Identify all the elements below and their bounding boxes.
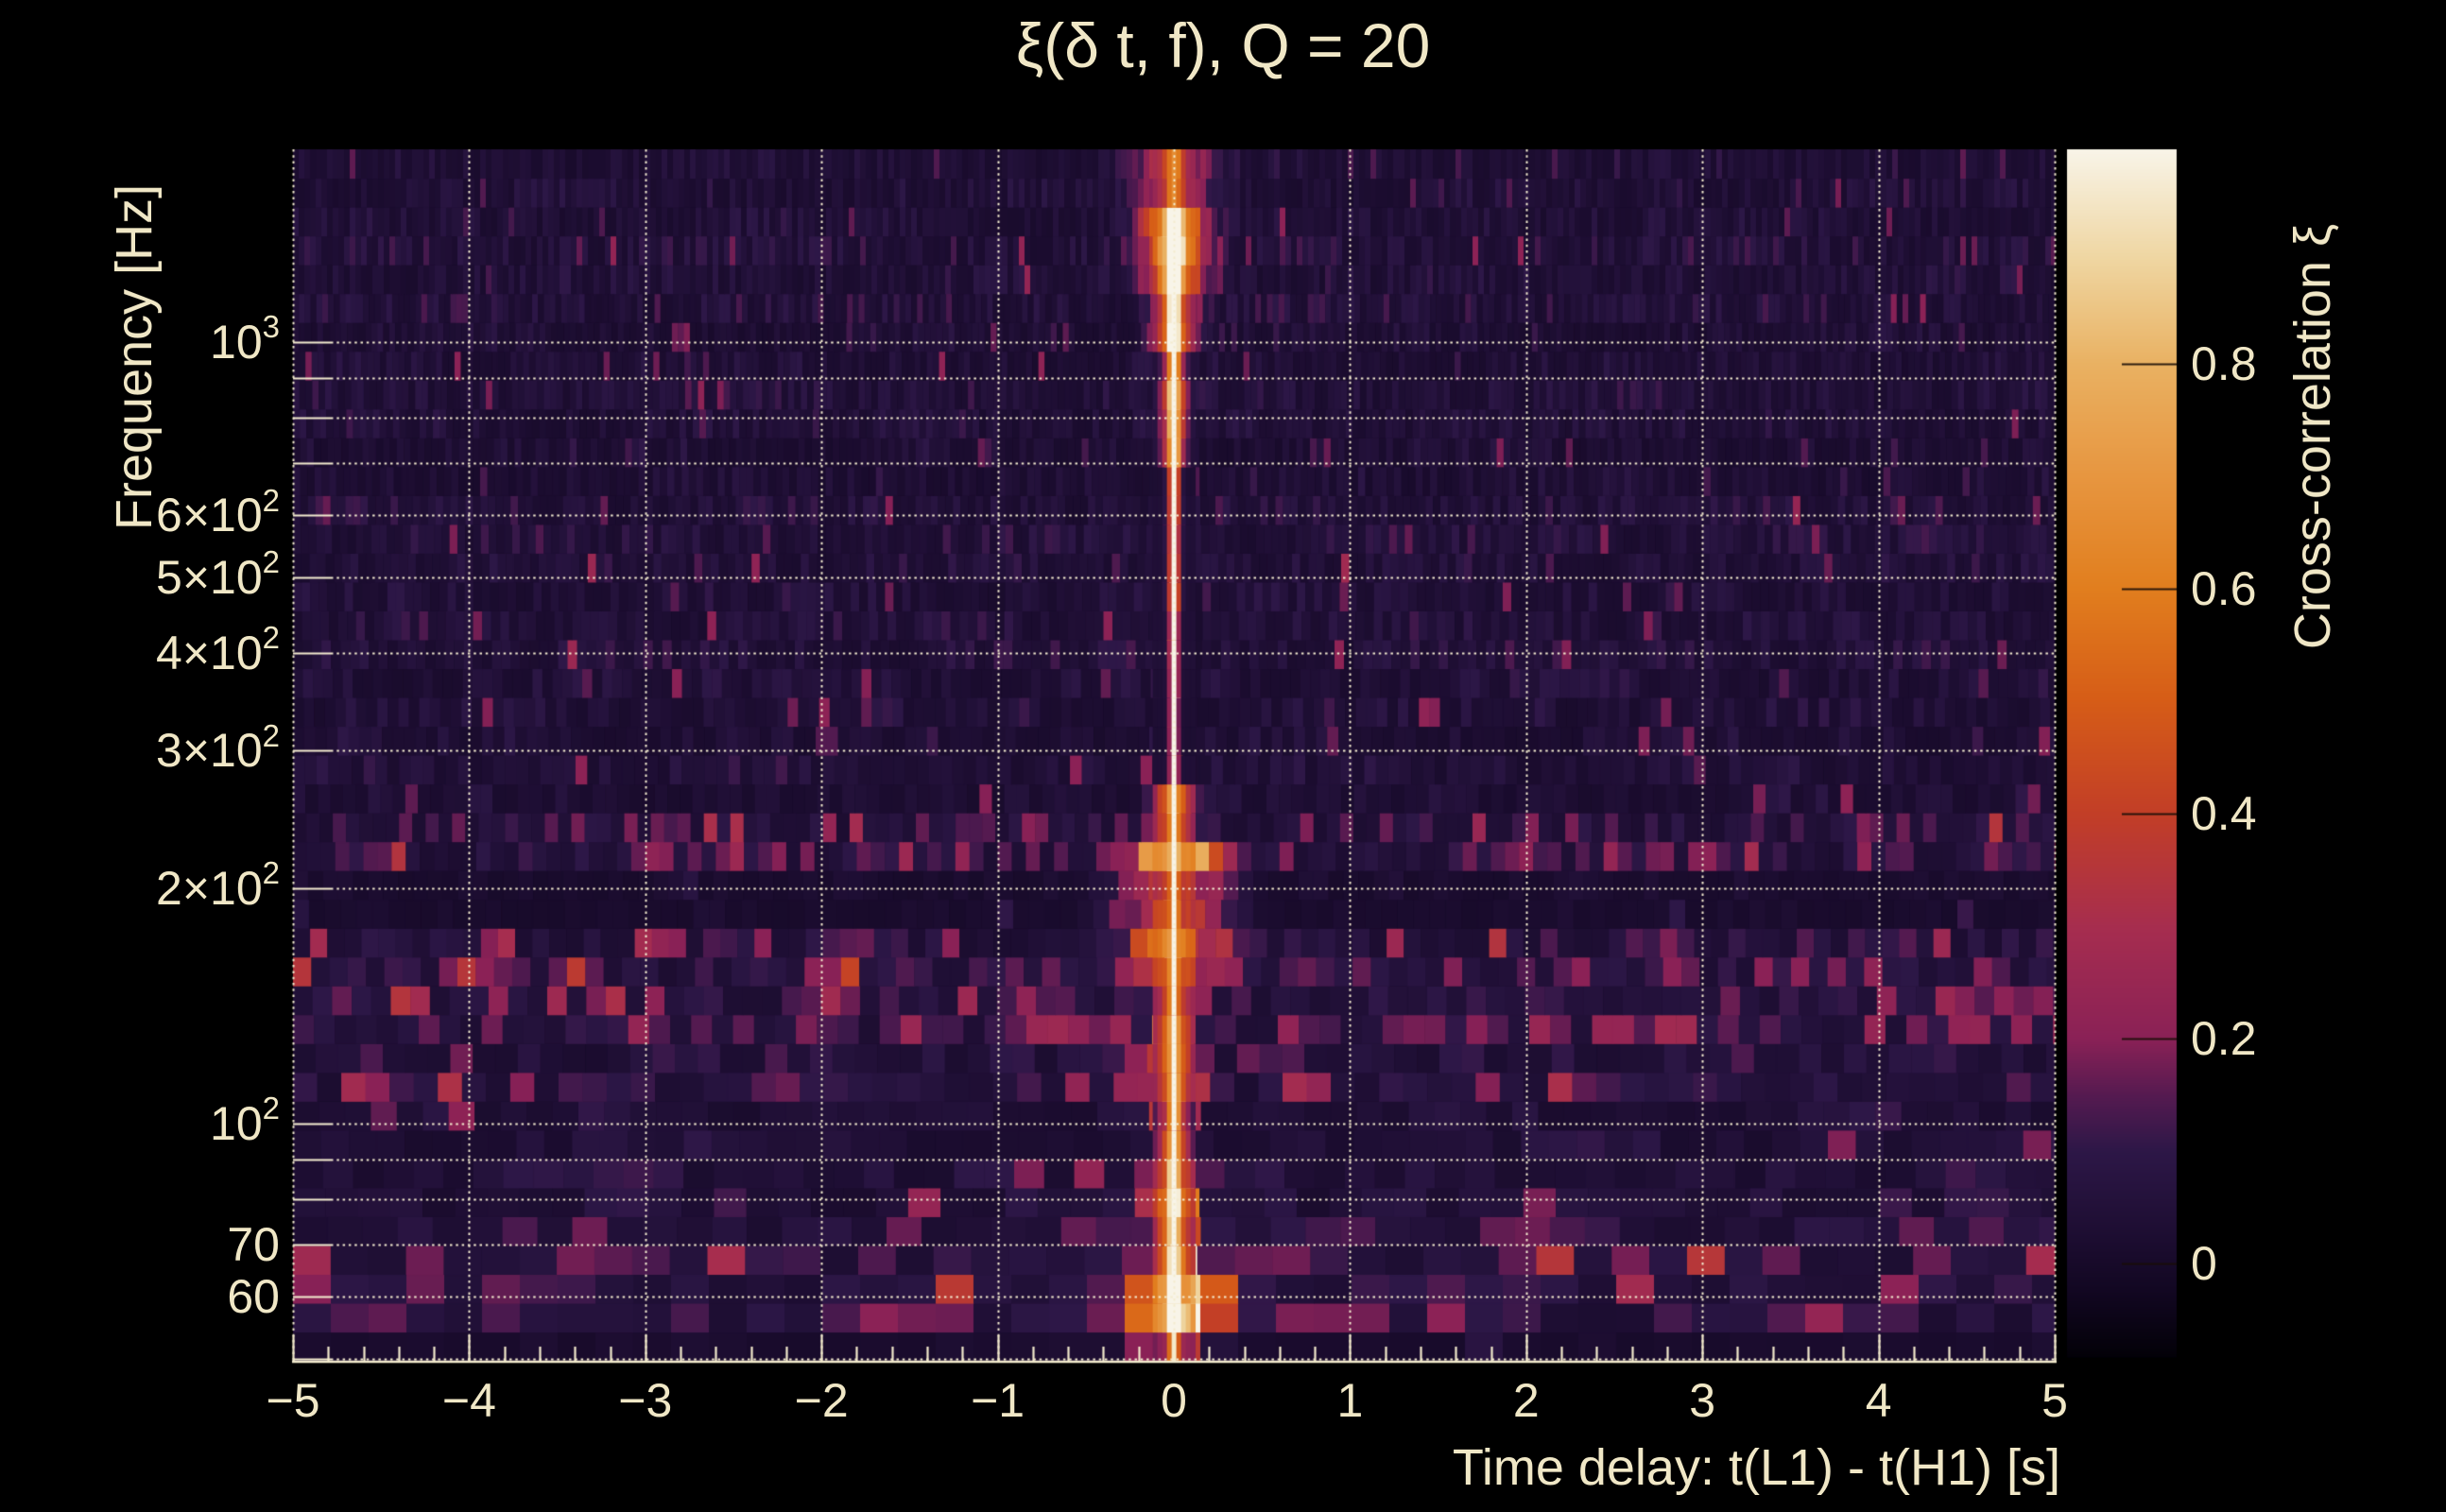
x-tick-label: 3 [1689,1374,1716,1427]
y-tick-label: 3×102 [156,717,280,778]
colorbar-tick-label: 0.4 [2191,787,2257,841]
figure: ξ(δ t, f), Q = 20 Frequency [Hz] Time de… [0,0,2446,1512]
y-tick-label: 103 [210,309,280,369]
x-tick-label: 0 [1161,1374,1187,1427]
x-tick-label: 5 [2041,1374,2068,1427]
x-tick-label: 4 [1865,1374,1892,1427]
colorbar-tick-label: 0 [2191,1237,2217,1291]
x-tick-label: −3 [618,1374,673,1427]
x-tick-label: −1 [971,1374,1025,1427]
colorbar-tick-label: 0.6 [2191,562,2257,616]
colorbar-title: Cross-correlation ξ [2284,223,2341,650]
x-tick-label: 2 [1512,1374,1540,1427]
colorbar-tick-label: 0.8 [2191,337,2257,391]
correlation-heatmap-canvas [0,0,2446,1512]
x-tick-label: −5 [266,1374,320,1427]
chart-title: ξ(δ t, f), Q = 20 [1015,10,1431,80]
y-tick-label: 5×102 [156,544,280,604]
x-tick-label: −4 [441,1374,496,1427]
y-tick-label: 60 [227,1270,280,1324]
y-tick-label: 4×102 [156,620,280,680]
x-tick-label: −2 [794,1374,849,1427]
y-tick-label: 6×102 [156,482,280,542]
y-tick-label: 70 [227,1218,280,1271]
y-axis-title: Frequency [Hz] [106,183,163,531]
y-tick-label: 102 [210,1091,280,1150]
x-axis-title: Time delay: t(L1) - t(H1) [s] [1452,1439,2060,1496]
y-tick-label: 2×102 [156,855,280,915]
x-tick-label: 1 [1336,1374,1364,1427]
colorbar-tick-label: 0.2 [2191,1012,2257,1066]
